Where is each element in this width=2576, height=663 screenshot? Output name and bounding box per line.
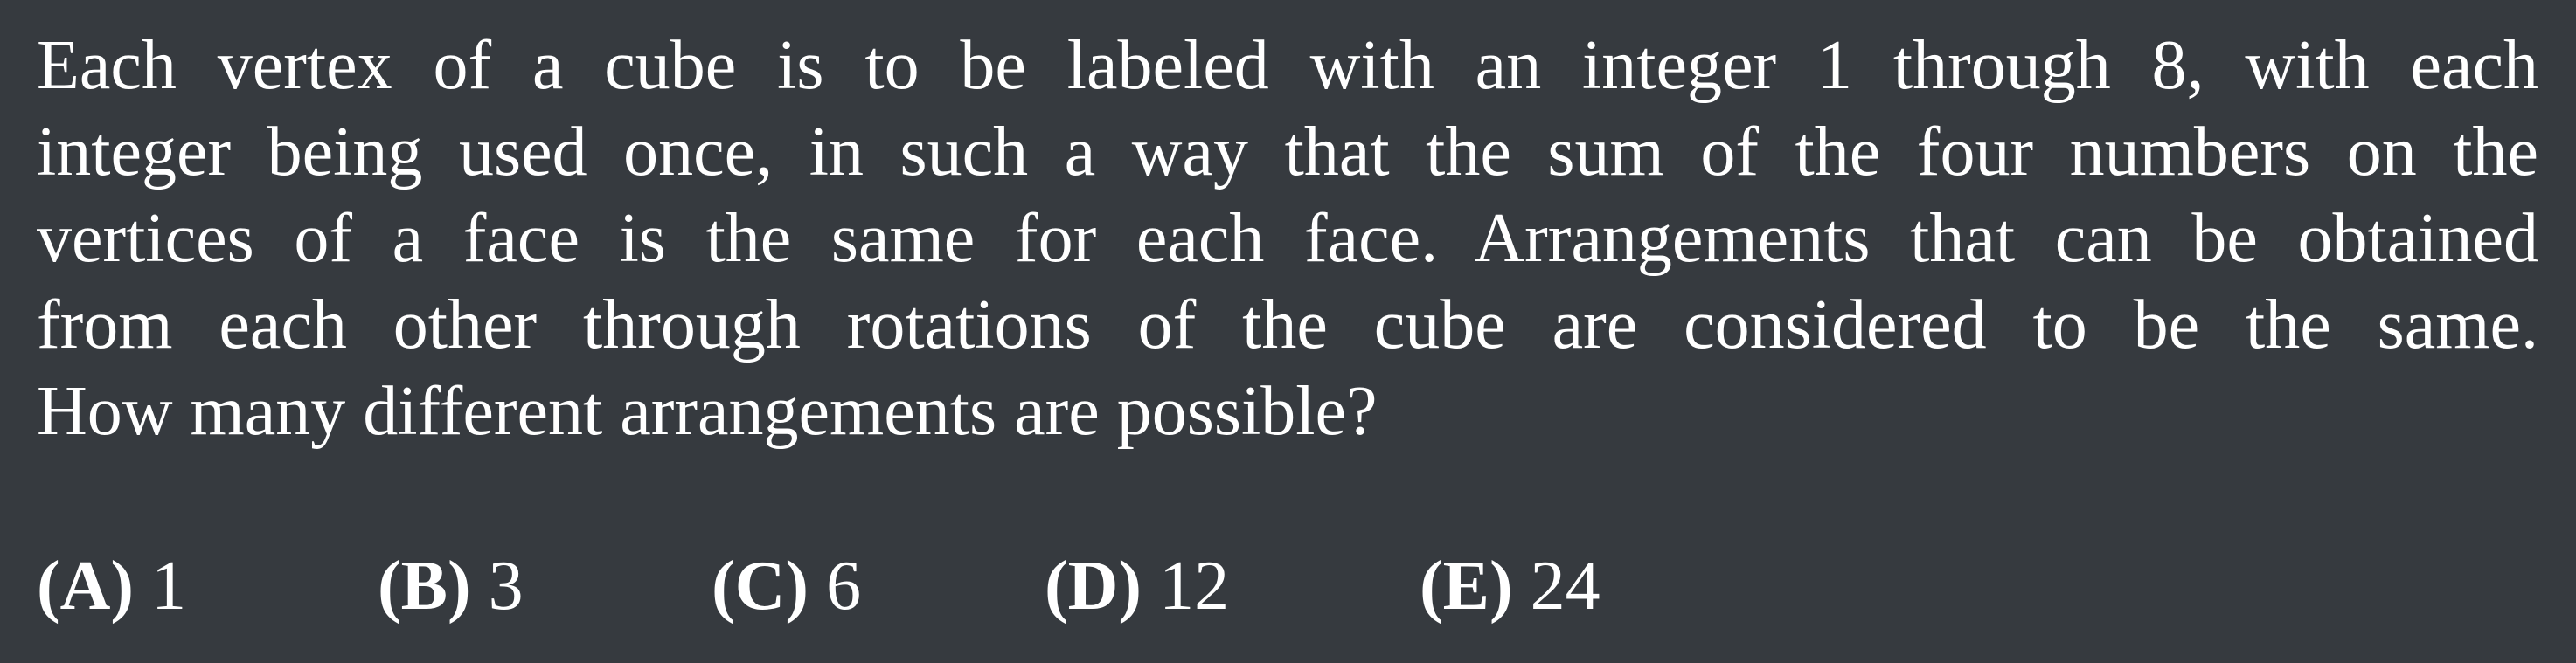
choice-value: 24 — [1530, 548, 1600, 625]
choice-letter: (A) — [37, 548, 135, 625]
choice-d: (D) 12 — [1045, 543, 1229, 630]
problem-line: Each vertex of a cube is to be labeled w… — [37, 27, 2538, 104]
choice-letter: (B) — [378, 548, 471, 625]
problem-line: vertices of a face is the same for each … — [37, 200, 2538, 277]
choice-a: (A) 1 — [37, 543, 186, 630]
problem-line: from each other through rotations of the… — [37, 287, 2538, 363]
problem-line: How many different arrangements are poss… — [37, 373, 1378, 450]
choice-letter: (E) — [1420, 548, 1513, 625]
choice-value: 3 — [488, 548, 524, 625]
choice-letter: (C) — [712, 548, 809, 625]
choice-letter: (D) — [1045, 548, 1142, 625]
choice-e: (E) 24 — [1420, 543, 1600, 630]
choice-value: 1 — [151, 548, 187, 625]
choice-value: 6 — [826, 548, 862, 625]
problem-statement: Each vertex of a cube is to be labeled w… — [37, 23, 2538, 455]
problem-line: integer being used once, in such a way t… — [37, 114, 2538, 190]
choice-c: (C) 6 — [712, 543, 861, 630]
choice-b: (B) 3 — [378, 543, 524, 630]
choice-value: 12 — [1159, 548, 1230, 625]
